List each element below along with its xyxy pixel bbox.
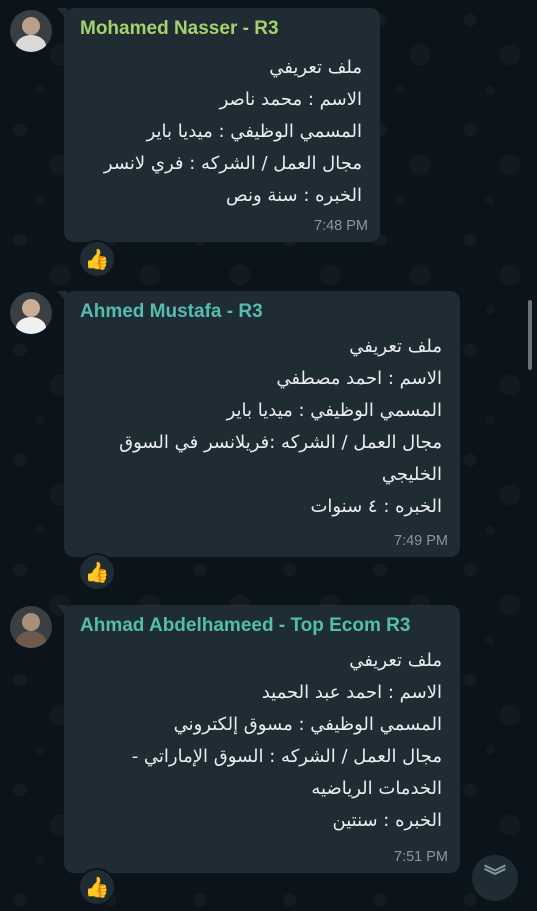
thumbs-up-reaction-icon[interactable]: 👍 [78,240,116,278]
avatar-body [16,631,46,648]
sender-name[interactable]: Mohamed Nasser - R3 [80,18,279,40]
text-line: مجال العمل / الشركه : السوق الإماراتي - [131,746,442,767]
text-line: الخبره : سنتين [332,810,443,831]
message-timestamp: 7:48 PM [314,218,368,234]
avatar-head [22,613,40,631]
message-bubble[interactable]: Ahmad Abdelhameed - Top Ecom R3 ملف تعري… [57,605,460,873]
message-timestamp: 7:51 PM [394,849,448,865]
avatar[interactable] [10,10,52,52]
sender-name[interactable]: Ahmed Mustafa - R3 [80,301,263,323]
thumbs-up-reaction-icon[interactable]: 👍 [78,553,116,591]
avatar-body [16,317,46,334]
scroll-to-bottom-button[interactable]: ︾ [472,855,518,901]
scrollbar[interactable] [528,300,532,370]
text-line: الاسم : محمد ناصر [219,89,362,110]
text-line: الاسم : احمد عبد الحميد [261,682,442,703]
text-line: الخدمات الرياضيه [311,778,442,799]
avatar-body [16,35,46,52]
text-line: مجال العمل / الشركه :فريلانسر في السوق [119,432,442,453]
text-line: المسمي الوظيفي : ميديا باير [226,400,442,421]
message-bubble[interactable]: Ahmed Mustafa - R3 ملف تعريفي الاسم : اح… [57,291,460,557]
text-line: ملف تعريفي [269,57,362,78]
sender-name[interactable]: Ahmad Abdelhameed - Top Ecom R3 [80,615,410,637]
text-line: الخبره : ٤ سنوات [310,496,442,517]
avatar-head [22,299,40,317]
text-line: الخليجي [381,464,442,485]
text-line: ملف تعريفي [349,650,442,671]
avatar[interactable] [10,292,52,334]
text-line: الاسم : احمد مصطفي [276,368,442,389]
thumbs-up-reaction-icon[interactable]: 👍 [78,868,116,906]
text-line: ملف تعريفي [349,336,442,357]
text-line: الخبره : سنة ونص [225,185,362,206]
message-timestamp: 7:49 PM [394,533,448,549]
message-text: ملف تعريفي الاسم : احمد مصطفي المسمي الو… [119,331,442,523]
avatar-head [22,17,40,35]
text-line: المسمي الوظيفي : مسوق إلكتروني [173,714,442,735]
avatar[interactable] [10,606,52,648]
double-chevron-down-icon: ︾ [483,865,506,890]
message-bubble[interactable]: Mohamed Nasser - R3 ملف تعريفي الاسم : م… [57,8,380,242]
message-text: ملف تعريفي الاسم : محمد ناصر المسمي الوظ… [104,52,362,212]
text-line: المسمي الوظيفي : ميديا باير [146,121,362,142]
message-text: ملف تعريفي الاسم : احمد عبد الحميد المسم… [132,645,442,837]
text-line: مجال العمل / الشركه : فري لانسر [103,153,362,174]
